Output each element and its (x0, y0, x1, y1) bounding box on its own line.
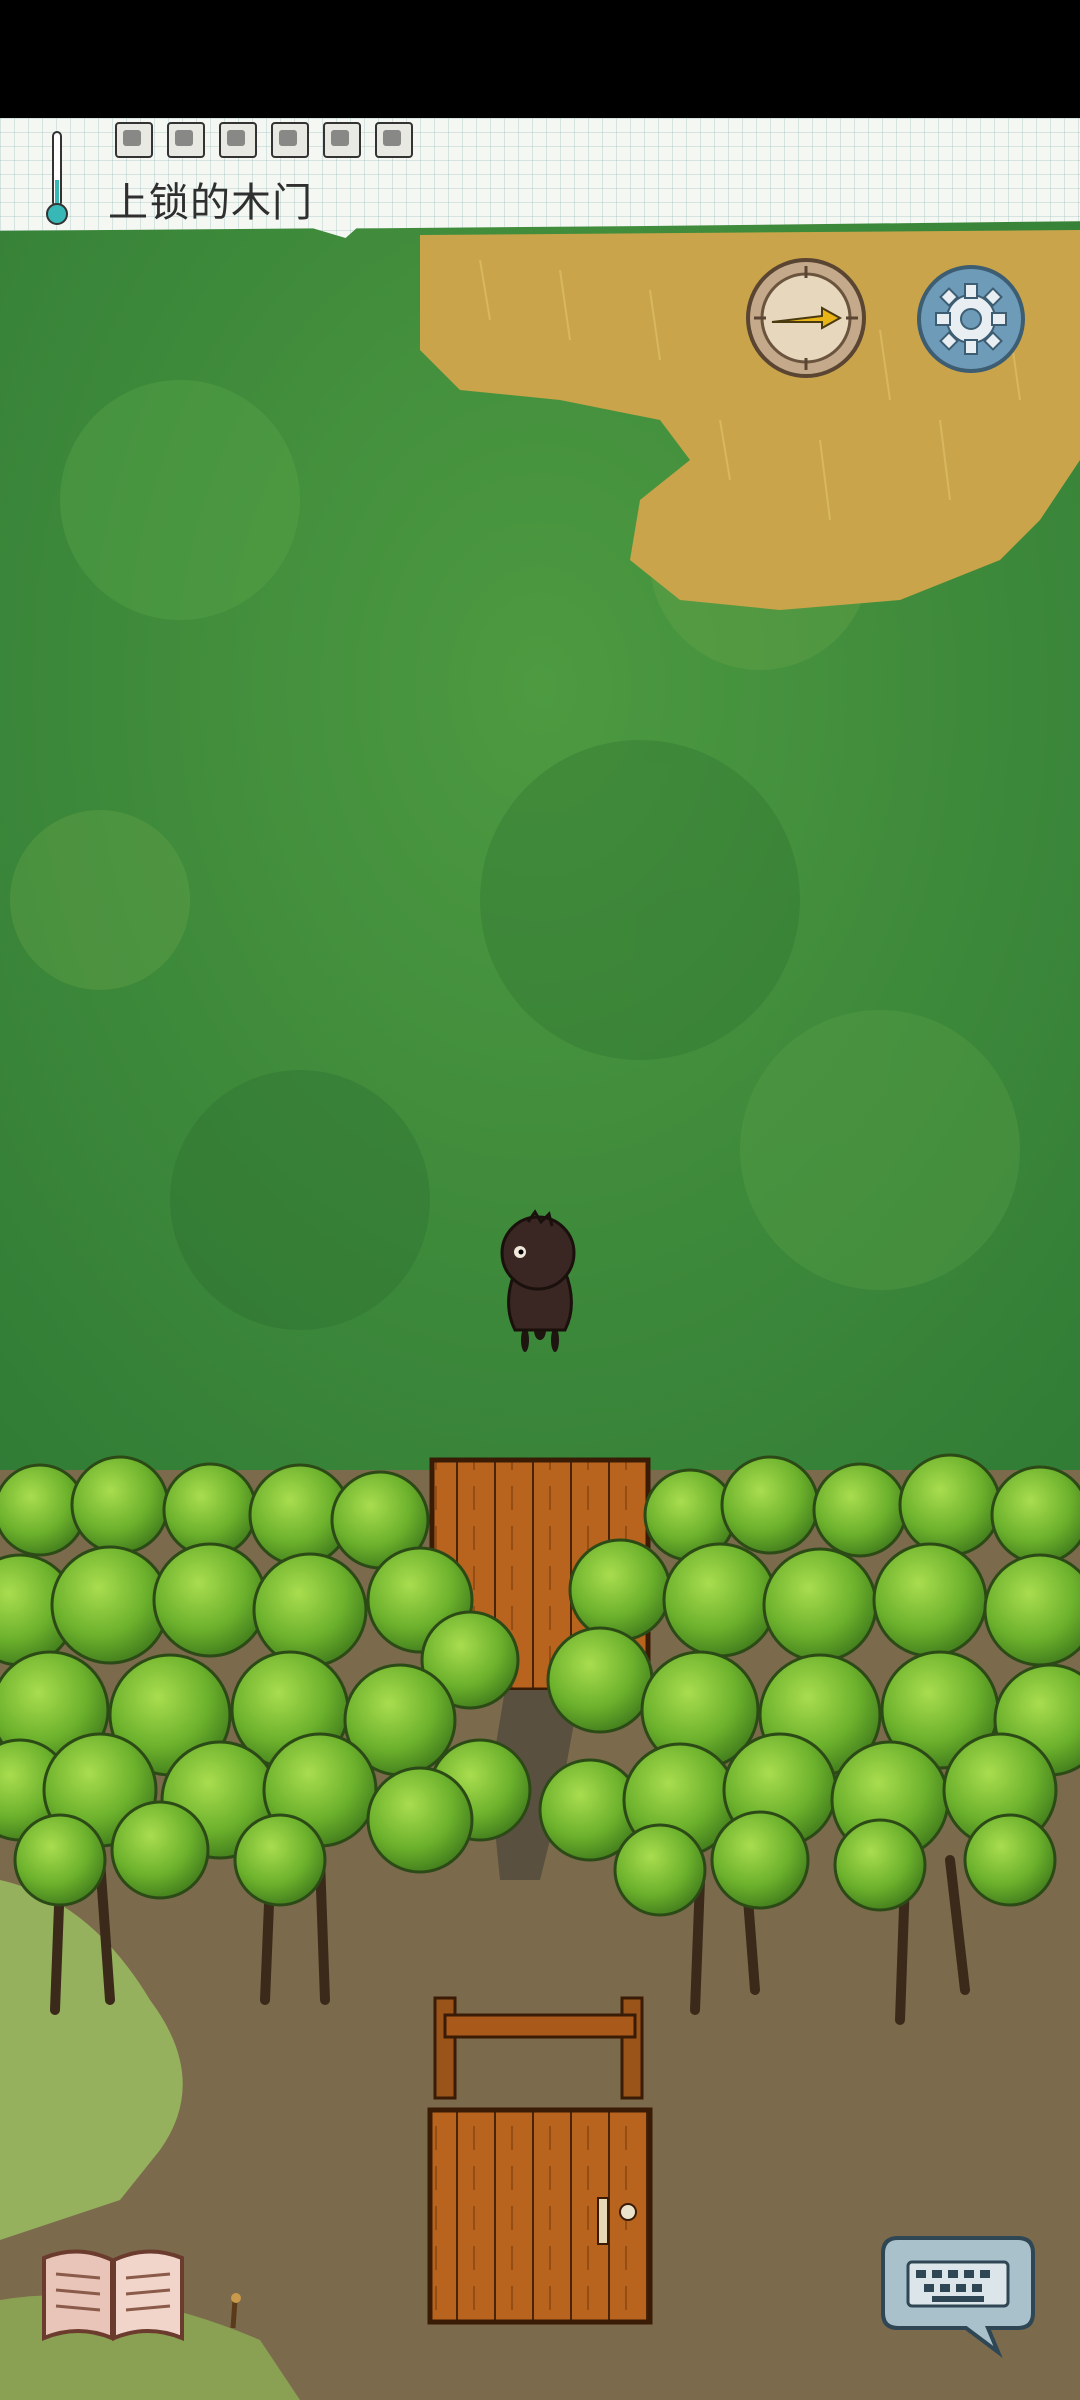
inventory-slot[interactable] (323, 122, 361, 158)
gear-icon[interactable] (916, 264, 1026, 374)
inventory-slot[interactable] (219, 122, 257, 158)
thermometer-icon (46, 131, 68, 225)
status-bar (0, 0, 1080, 118)
game-world[interactable] (0, 118, 1080, 2400)
inventory-slot[interactable] (167, 122, 205, 158)
journal-icon[interactable] (38, 2238, 188, 2348)
keyboard-icon[interactable] (878, 2228, 1038, 2358)
inventory-slots (115, 122, 413, 160)
inventory-slot[interactable] (271, 122, 309, 158)
inventory-slot[interactable] (115, 122, 153, 158)
inventory-slot[interactable] (375, 122, 413, 158)
location-label: 上锁的木门 (108, 180, 313, 226)
compass-icon[interactable] (744, 256, 868, 380)
status-banner: 上锁的木门 (0, 118, 1080, 238)
